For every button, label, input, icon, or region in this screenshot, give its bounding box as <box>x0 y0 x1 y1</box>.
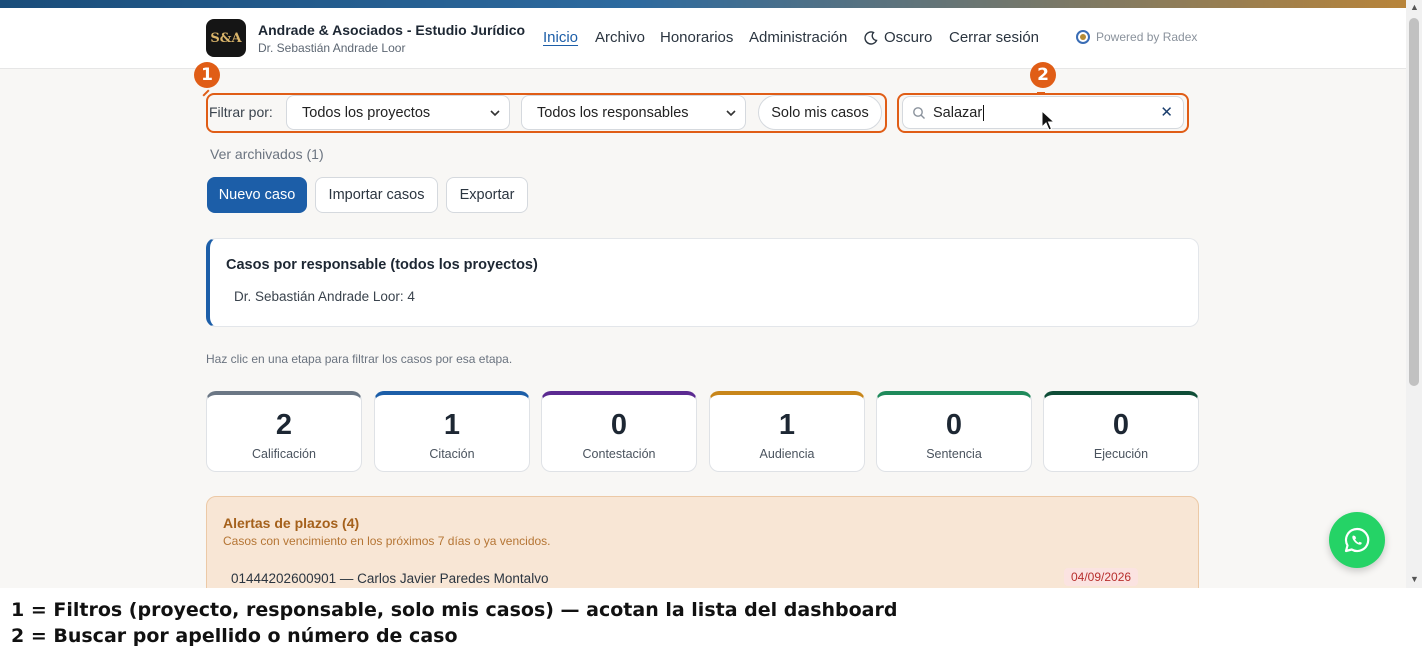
annotation-marker-1: 1 <box>194 62 220 88</box>
scrollbar-thumb[interactable] <box>1409 18 1419 386</box>
stage-card[interactable]: 0 Ejecución <box>1043 391 1199 472</box>
stage-label: Audiencia <box>759 447 815 461</box>
export-button[interactable]: Exportar <box>446 177 528 213</box>
annotation-legend: 1 = Filtros (proyecto, responsable, solo… <box>0 588 1422 660</box>
top-accent-stripe <box>0 0 1406 8</box>
app-header: S&A Andrade & Asociados - Estudio Jurídi… <box>0 8 1406 69</box>
new-case-button[interactable]: Nuevo caso <box>207 177 307 213</box>
stage-count: 0 <box>610 409 628 441</box>
alerts-title: Alertas de plazos (4) <box>223 515 360 531</box>
stage-count: 2 <box>275 409 293 441</box>
firm-subtitle: Dr. Sebastián Andrade Loor <box>258 41 406 55</box>
mouse-cursor <box>1041 109 1057 132</box>
radex-logo-icon <box>1076 30 1090 44</box>
nav-administracion[interactable]: Administración <box>749 29 847 46</box>
whatsapp-button[interactable] <box>1329 512 1385 568</box>
app-viewport: S&A Andrade & Asociados - Estudio Jurídi… <box>0 0 1422 588</box>
responsible-count-item[interactable]: Dr. Sebastián Andrade Loor: 4 <box>234 289 415 304</box>
deadline-alerts-panel: Alertas de plazos (4) Casos con vencimie… <box>206 496 1199 588</box>
stage-card[interactable]: 2 Calificación <box>206 391 362 472</box>
stage-count: 0 <box>945 409 963 441</box>
moon-icon <box>864 30 878 45</box>
stage-label: Calificación <box>252 447 316 461</box>
stage-label: Ejecución <box>1093 447 1149 461</box>
stage-label: Contestación <box>582 447 656 461</box>
dark-mode-label: Oscuro <box>884 29 933 46</box>
page-scrollbar[interactable]: ▲ ▼ <box>1406 0 1422 588</box>
stage-count: 1 <box>778 409 796 441</box>
firm-title: Andrade & Asociados - Estudio Jurídico <box>258 22 526 38</box>
powered-by[interactable]: Powered by Radex <box>1076 30 1197 44</box>
scroll-down-arrow-icon[interactable]: ▼ <box>1410 574 1419 584</box>
alerts-subtitle: Casos con vencimiento en los próximos 7 … <box>223 534 551 548</box>
stage-filter-hint: Haz clic en una etapa para filtrar los c… <box>206 352 513 366</box>
nav-archivo[interactable]: Archivo <box>595 29 645 46</box>
powered-by-label: Powered by Radex <box>1096 30 1198 44</box>
stage-label: Sentencia <box>926 447 982 461</box>
cases-by-responsible-card: Casos por responsable (todos los proyect… <box>206 238 1199 327</box>
stage-card[interactable]: 0 Sentencia <box>876 391 1032 472</box>
legend-line-1: 1 = Filtros (proyecto, responsable, solo… <box>11 599 898 621</box>
stage-count: 1 <box>443 409 461 441</box>
legend-line-2: 2 = Buscar por apellido o número de caso <box>11 625 458 647</box>
import-cases-button[interactable]: Importar casos <box>315 177 438 213</box>
nav-inicio[interactable]: Inicio <box>543 29 578 46</box>
stage-count: 0 <box>1112 409 1130 441</box>
annotation-highlight-filters <box>206 93 887 133</box>
stage-card[interactable]: 0 Contestación <box>541 391 697 472</box>
annotation-pointer <box>1037 92 1045 94</box>
card-title: Casos por responsable (todos los proyect… <box>226 257 538 273</box>
stage-card[interactable]: 1 Citación <box>374 391 530 472</box>
alert-case-row[interactable]: 01444202600901 — Carlos Javier Paredes M… <box>231 571 548 586</box>
whatsapp-icon <box>1344 527 1370 553</box>
view-archived-link[interactable]: Ver archivados (1) <box>210 146 324 162</box>
logout-link[interactable]: Cerrar sesión <box>949 29 1039 46</box>
stage-card[interactable]: 1 Audiencia <box>709 391 865 472</box>
alert-due-date-badge: 04/09/2026 <box>1064 568 1139 586</box>
nav-honorarios[interactable]: Honorarios <box>660 29 733 46</box>
dark-mode-toggle[interactable]: Oscuro <box>864 29 932 46</box>
scroll-up-arrow-icon[interactable]: ▲ <box>1410 2 1419 12</box>
annotation-marker-2: 2 <box>1030 62 1056 88</box>
stage-label: Citación <box>429 447 475 461</box>
firm-logo[interactable]: S&A <box>206 19 246 57</box>
